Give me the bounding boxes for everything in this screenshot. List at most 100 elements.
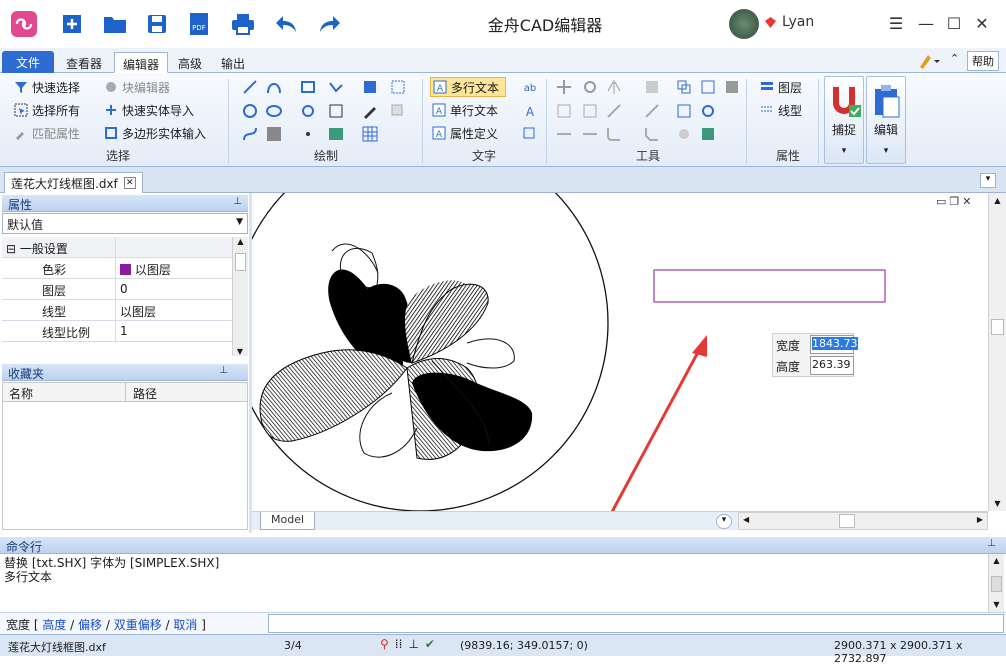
- mtext-button[interactable]: A 多行文本: [430, 77, 507, 97]
- chamfer-icon[interactable]: [644, 126, 660, 142]
- new-file-icon[interactable]: [58, 10, 86, 38]
- polygon-entity-input-button[interactable]: 多边形实体输入: [104, 123, 206, 143]
- ortho-toggle-icon[interactable]: ⊥: [408, 637, 418, 651]
- collapse-icon[interactable]: ⊟: [6, 242, 16, 256]
- check-icon[interactable]: [700, 126, 716, 142]
- redo-icon[interactable]: [316, 10, 344, 38]
- chevron-down-icon[interactable]: ▼: [236, 217, 243, 227]
- group-icon[interactable]: [676, 79, 692, 95]
- pin-icon[interactable]: ⊥: [987, 538, 996, 549]
- tab-viewer[interactable]: 查看器: [58, 52, 110, 73]
- scroll-down-icon[interactable]: ▼: [989, 499, 1006, 508]
- drawing-canvas[interactable]: 宽度 1843.73 高度 263.39 ▭❐✕: [252, 193, 988, 511]
- command-input[interactable]: [268, 614, 1004, 633]
- property-row[interactable]: 色彩 以图层: [2, 258, 232, 279]
- region-tool-icon[interactable]: [390, 79, 406, 95]
- stretch-icon[interactable]: [582, 103, 598, 119]
- quick-select-button[interactable]: 快速选择: [14, 77, 80, 97]
- purge-icon[interactable]: [724, 79, 740, 95]
- fillet-icon[interactable]: [606, 126, 622, 142]
- maximize-icon[interactable]: ☐: [944, 13, 964, 33]
- command-scrollbar[interactable]: ▲ ▼: [988, 554, 1004, 612]
- tab-file[interactable]: 文件: [2, 51, 55, 73]
- option-offset-link[interactable]: 偏移: [78, 618, 102, 632]
- tab-editor[interactable]: 编辑器: [114, 52, 169, 73]
- rotate-tool-icon[interactable]: [300, 103, 316, 119]
- layout-menu-icon[interactable]: ▾: [716, 514, 732, 529]
- option-height-link[interactable]: 高度: [42, 618, 66, 632]
- canvas-horizontal-scrollbar[interactable]: ◀ ▶: [738, 512, 988, 530]
- scroll-up-icon[interactable]: ▲: [233, 237, 248, 246]
- scroll-thumb[interactable]: [991, 576, 1002, 592]
- polar-toggle-icon[interactable]: ✔: [425, 637, 435, 651]
- scroll-thumb[interactable]: [839, 514, 855, 528]
- column-name[interactable]: 名称: [9, 385, 33, 402]
- hatch-tool-icon[interactable]: [266, 126, 282, 142]
- rotate-icon[interactable]: [582, 79, 598, 95]
- width-input[interactable]: 1843.73: [810, 335, 858, 354]
- scroll-down-icon[interactable]: ▼: [233, 347, 247, 356]
- measure-icon[interactable]: [556, 126, 572, 142]
- pen-tool-icon[interactable]: [362, 103, 378, 119]
- document-tab[interactable]: 莲花大灯线框图.dxf ✕: [4, 172, 143, 193]
- grid-tool-icon[interactable]: [362, 126, 378, 142]
- chevron-down-icon[interactable]: ▾: [867, 146, 905, 156]
- property-value[interactable]: 1: [120, 324, 128, 338]
- scale-icon[interactable]: [556, 103, 572, 119]
- close-icon[interactable]: ✕: [972, 13, 992, 33]
- open-folder-icon[interactable]: [101, 10, 129, 38]
- property-row[interactable]: 线型比例 1: [2, 321, 232, 342]
- property-row[interactable]: 图层 0: [2, 279, 232, 300]
- property-value[interactable]: 0: [120, 282, 128, 296]
- array-icon[interactable]: [644, 79, 660, 95]
- close-tab-icon[interactable]: ✕: [123, 177, 136, 189]
- chevron-down-icon[interactable]: ▾: [825, 146, 863, 156]
- edit-button[interactable]: 编辑 ▾: [866, 76, 906, 164]
- properties-scrollbar[interactable]: ▲ ▼: [232, 237, 248, 356]
- menu-icon[interactable]: ☰: [886, 13, 906, 33]
- scroll-right-icon[interactable]: ▶: [977, 515, 983, 524]
- arc-tool-icon[interactable]: [266, 79, 282, 95]
- scroll-thumb[interactable]: [235, 253, 246, 271]
- text-edit-icon[interactable]: A: [522, 103, 538, 119]
- circle-tool-icon[interactable]: [242, 103, 258, 119]
- property-row[interactable]: 线型 以图层: [2, 300, 232, 321]
- pdf-export-icon[interactable]: PDF: [185, 10, 213, 38]
- minimize-icon[interactable]: —: [916, 13, 936, 33]
- quick-entity-import-button[interactable]: 快速实体导入: [104, 100, 194, 120]
- snap-toggle-icon[interactable]: ⚲: [380, 637, 389, 651]
- rectangle-tool-icon[interactable]: [300, 79, 316, 95]
- explode-icon[interactable]: [700, 79, 716, 95]
- single-line-text-button[interactable]: A 单行文本: [432, 100, 498, 120]
- property-section-row[interactable]: ⊟ 一般设置: [2, 237, 232, 258]
- property-value[interactable]: 以图层: [120, 261, 171, 278]
- table-tool-icon[interactable]: [328, 103, 344, 119]
- layer-button[interactable]: 图层: [760, 77, 802, 97]
- model-tab[interactable]: Model: [260, 512, 316, 530]
- snap-button[interactable]: 捕捉 ▾: [824, 76, 864, 164]
- line-tool-icon[interactable]: [242, 79, 258, 95]
- pin-icon[interactable]: ⊥: [233, 196, 242, 207]
- trim-icon[interactable]: [606, 103, 622, 119]
- link-icon[interactable]: [700, 103, 716, 119]
- avatar[interactable]: [729, 9, 759, 39]
- move-icon[interactable]: [556, 79, 572, 95]
- copy-tool-icon[interactable]: [390, 103, 406, 119]
- extend-icon[interactable]: [644, 103, 660, 119]
- ellipse-tool-icon[interactable]: [266, 103, 282, 119]
- canvas-vertical-scrollbar[interactable]: ▲ ▼: [988, 193, 1006, 511]
- viewport-window-controls[interactable]: ▭❐✕: [936, 195, 974, 208]
- polyline-tool-icon[interactable]: [328, 79, 344, 95]
- pin-icon[interactable]: ⊥: [219, 365, 228, 376]
- linetype-button[interactable]: 线型: [760, 100, 802, 120]
- attribute-definition-button[interactable]: A 属性定义: [432, 123, 498, 143]
- height-input[interactable]: 263.39: [810, 356, 854, 375]
- break-icon[interactable]: [582, 126, 598, 142]
- print-icon[interactable]: [229, 10, 257, 38]
- user-name[interactable]: Lyan: [782, 14, 814, 30]
- undo-icon[interactable]: [272, 10, 300, 38]
- scroll-down-icon[interactable]: ▼: [989, 598, 1004, 612]
- scroll-up-icon[interactable]: ▲: [989, 196, 1006, 205]
- help-button[interactable]: 帮助: [967, 51, 999, 71]
- tab-list-icon[interactable]: ▾: [980, 173, 996, 188]
